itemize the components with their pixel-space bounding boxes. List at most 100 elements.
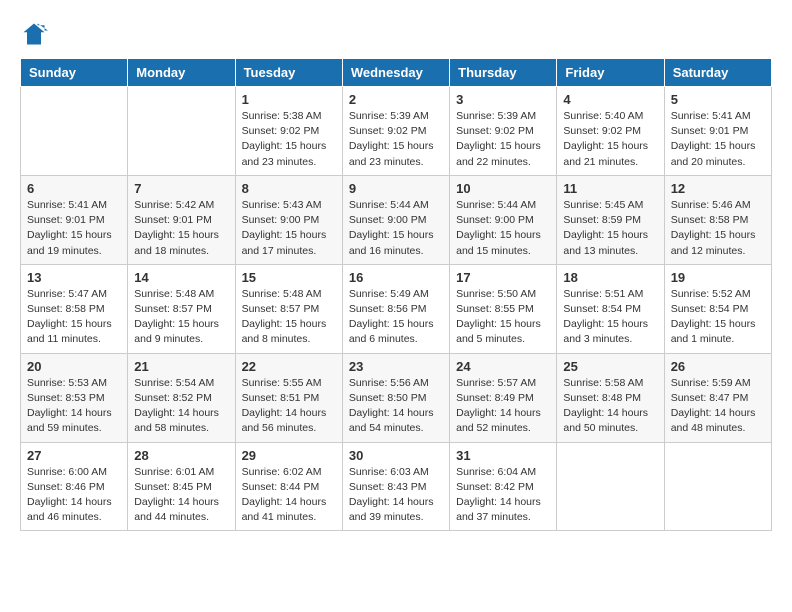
day-number: 14 — [134, 270, 228, 285]
calendar-cell: 9Sunrise: 5:44 AM Sunset: 9:00 PM Daylig… — [342, 175, 449, 264]
calendar-table: SundayMondayTuesdayWednesdayThursdayFrid… — [20, 58, 772, 531]
header-friday: Friday — [557, 59, 664, 87]
calendar-cell: 31 Sunrise: 6:04 AM Sunset: 8:42 PM Dayli… — [450, 442, 557, 531]
day-info: Sunrise: 5:41 AM Sunset: 9:01 PM Dayligh… — [27, 198, 121, 259]
day-info: Sunrise: 5:38 AM Sunset: 9:02 PM Dayligh… — [242, 109, 336, 170]
day-info: Sunrise: 5:45 AM Sunset: 8:59 PM Dayligh… — [563, 198, 657, 259]
calendar-cell — [557, 442, 664, 531]
header-sunday: Sunday — [21, 59, 128, 87]
logo-icon — [20, 20, 48, 48]
day-number: 28 — [134, 448, 228, 463]
header-saturday: Saturday — [664, 59, 771, 87]
day-info: Sunrise: 5:48 AM Sunset: 8:57 PM Dayligh… — [134, 287, 228, 348]
calendar-cell: 5 Sunrise: 5:41 AM Sunset: 9:01 PM Daylig… — [664, 87, 771, 176]
day-number: 30 — [349, 448, 443, 463]
calendar-cell: 30 Sunrise: 6:03 AM Sunset: 8:43 PM Dayli… — [342, 442, 449, 531]
calendar-cell: 16 Sunrise: 5:49 AM Sunset: 8:56 PM Dayli… — [342, 264, 449, 353]
day-number: 26 — [671, 359, 765, 374]
calendar-cell: 6 Sunrise: 5:41 AM Sunset: 9:01 PM Daylig… — [21, 175, 128, 264]
day-info: Sunrise: 5:56 AM Sunset: 8:50 PM Dayligh… — [349, 376, 443, 437]
calendar-cell: 29 Sunrise: 6:02 AM Sunset: 8:44 PM Dayli… — [235, 442, 342, 531]
day-number: 31 — [456, 448, 550, 463]
day-number: 10 — [456, 181, 550, 196]
day-info: Sunrise: 5:39 AM Sunset: 9:02 PM Dayligh… — [349, 109, 443, 170]
day-info: Sunrise: 5:48 AM Sunset: 8:57 PM Dayligh… — [242, 287, 336, 348]
day-info: Sunrise: 6:02 AM Sunset: 8:44 PM Dayligh… — [242, 465, 336, 526]
calendar-week-4: 27 Sunrise: 6:00 AM Sunset: 8:46 PM Dayli… — [21, 442, 772, 531]
day-info: Sunrise: 6:01 AM Sunset: 8:45 PM Dayligh… — [134, 465, 228, 526]
day-number: 1 — [242, 92, 336, 107]
calendar-cell: 18Sunrise: 5:51 AM Sunset: 8:54 PM Dayli… — [557, 264, 664, 353]
day-number: 11 — [563, 181, 657, 196]
calendar-header-row: SundayMondayTuesdayWednesdayThursdayFrid… — [21, 59, 772, 87]
day-info: Sunrise: 5:42 AM Sunset: 9:01 PM Dayligh… — [134, 198, 228, 259]
calendar-cell: 14 Sunrise: 5:48 AM Sunset: 8:57 PM Dayli… — [128, 264, 235, 353]
day-info: Sunrise: 5:57 AM Sunset: 8:49 PM Dayligh… — [456, 376, 550, 437]
day-number: 5 — [671, 92, 765, 107]
day-info: Sunrise: 5:53 AM Sunset: 8:53 PM Dayligh… — [27, 376, 121, 437]
calendar-cell: 2 Sunrise: 5:39 AM Sunset: 9:02 PM Daylig… — [342, 87, 449, 176]
calendar-cell: 3 Sunrise: 5:39 AM Sunset: 9:02 PM Daylig… — [450, 87, 557, 176]
calendar-cell: 28 Sunrise: 6:01 AM Sunset: 8:45 PM Dayli… — [128, 442, 235, 531]
day-number: 13 — [27, 270, 121, 285]
day-number: 24 — [456, 359, 550, 374]
calendar-cell — [21, 87, 128, 176]
day-info: Sunrise: 5:41 AM Sunset: 9:01 PM Dayligh… — [671, 109, 765, 170]
calendar-cell: 15 Sunrise: 5:48 AM Sunset: 8:57 PM Dayli… — [235, 264, 342, 353]
day-number: 27 — [27, 448, 121, 463]
day-number: 8 — [242, 181, 336, 196]
calendar-cell: 21 Sunrise: 5:54 AM Sunset: 8:52 PM Dayli… — [128, 353, 235, 442]
day-info: Sunrise: 6:00 AM Sunset: 8:46 PM Dayligh… — [27, 465, 121, 526]
day-number: 20 — [27, 359, 121, 374]
day-number: 7 — [134, 181, 228, 196]
day-info: Sunrise: 5:44 AM Sunset: 9:00 PM Dayligh… — [456, 198, 550, 259]
calendar-cell: 22 Sunrise: 5:55 AM Sunset: 8:51 PM Dayli… — [235, 353, 342, 442]
day-number: 3 — [456, 92, 550, 107]
day-info: Sunrise: 5:40 AM Sunset: 9:02 PM Dayligh… — [563, 109, 657, 170]
calendar-cell: 12 Sunrise: 5:46 AM Sunset: 8:58 PM Dayli… — [664, 175, 771, 264]
header-thursday: Thursday — [450, 59, 557, 87]
day-number: 22 — [242, 359, 336, 374]
day-number: 25 — [563, 359, 657, 374]
day-number: 17 — [456, 270, 550, 285]
calendar-cell: 25 Sunrise: 5:58 AM Sunset: 8:48 PM Dayli… — [557, 353, 664, 442]
day-number: 23 — [349, 359, 443, 374]
day-info: Sunrise: 5:39 AM Sunset: 9:02 PM Dayligh… — [456, 109, 550, 170]
day-info: Sunrise: 5:43 AM Sunset: 9:00 PM Dayligh… — [242, 198, 336, 259]
day-info: Sunrise: 5:58 AM Sunset: 8:48 PM Dayligh… — [563, 376, 657, 437]
day-number: 29 — [242, 448, 336, 463]
day-info: Sunrise: 5:50 AM Sunset: 8:55 PM Dayligh… — [456, 287, 550, 348]
calendar-week-0: 1 Sunrise: 5:38 AM Sunset: 9:02 PM Daylig… — [21, 87, 772, 176]
header-wednesday: Wednesday — [342, 59, 449, 87]
logo — [20, 20, 52, 48]
day-number: 6 — [27, 181, 121, 196]
day-info: Sunrise: 5:49 AM Sunset: 8:56 PM Dayligh… — [349, 287, 443, 348]
calendar-cell: 24 Sunrise: 5:57 AM Sunset: 8:49 PM Dayli… — [450, 353, 557, 442]
day-info: Sunrise: 5:46 AM Sunset: 8:58 PM Dayligh… — [671, 198, 765, 259]
calendar-cell: 11 Sunrise: 5:45 AM Sunset: 8:59 PM Dayli… — [557, 175, 664, 264]
day-info: Sunrise: 5:54 AM Sunset: 8:52 PM Dayligh… — [134, 376, 228, 437]
calendar-week-2: 13Sunrise: 5:47 AM Sunset: 8:58 PM Dayli… — [21, 264, 772, 353]
day-number: 2 — [349, 92, 443, 107]
page-header — [20, 20, 772, 48]
day-number: 19 — [671, 270, 765, 285]
day-number: 16 — [349, 270, 443, 285]
calendar-cell: 8 Sunrise: 5:43 AM Sunset: 9:00 PM Daylig… — [235, 175, 342, 264]
day-info: Sunrise: 6:03 AM Sunset: 8:43 PM Dayligh… — [349, 465, 443, 526]
day-number: 21 — [134, 359, 228, 374]
day-info: Sunrise: 5:55 AM Sunset: 8:51 PM Dayligh… — [242, 376, 336, 437]
calendar-cell: 23 Sunrise: 5:56 AM Sunset: 8:50 PM Dayli… — [342, 353, 449, 442]
day-info: Sunrise: 5:59 AM Sunset: 8:47 PM Dayligh… — [671, 376, 765, 437]
calendar-week-1: 6 Sunrise: 5:41 AM Sunset: 9:01 PM Daylig… — [21, 175, 772, 264]
header-tuesday: Tuesday — [235, 59, 342, 87]
calendar-cell: 20 Sunrise: 5:53 AM Sunset: 8:53 PM Dayli… — [21, 353, 128, 442]
calendar-cell — [128, 87, 235, 176]
day-number: 12 — [671, 181, 765, 196]
calendar-cell: 26 Sunrise: 5:59 AM Sunset: 8:47 PM Dayli… — [664, 353, 771, 442]
calendar-cell: 19 Sunrise: 5:52 AM Sunset: 8:54 PM Dayli… — [664, 264, 771, 353]
day-info: Sunrise: 6:04 AM Sunset: 8:42 PM Dayligh… — [456, 465, 550, 526]
day-info: Sunrise: 5:51 AM Sunset: 8:54 PM Dayligh… — [563, 287, 657, 348]
day-info: Sunrise: 5:52 AM Sunset: 8:54 PM Dayligh… — [671, 287, 765, 348]
calendar-cell: 13Sunrise: 5:47 AM Sunset: 8:58 PM Dayli… — [21, 264, 128, 353]
day-number: 15 — [242, 270, 336, 285]
